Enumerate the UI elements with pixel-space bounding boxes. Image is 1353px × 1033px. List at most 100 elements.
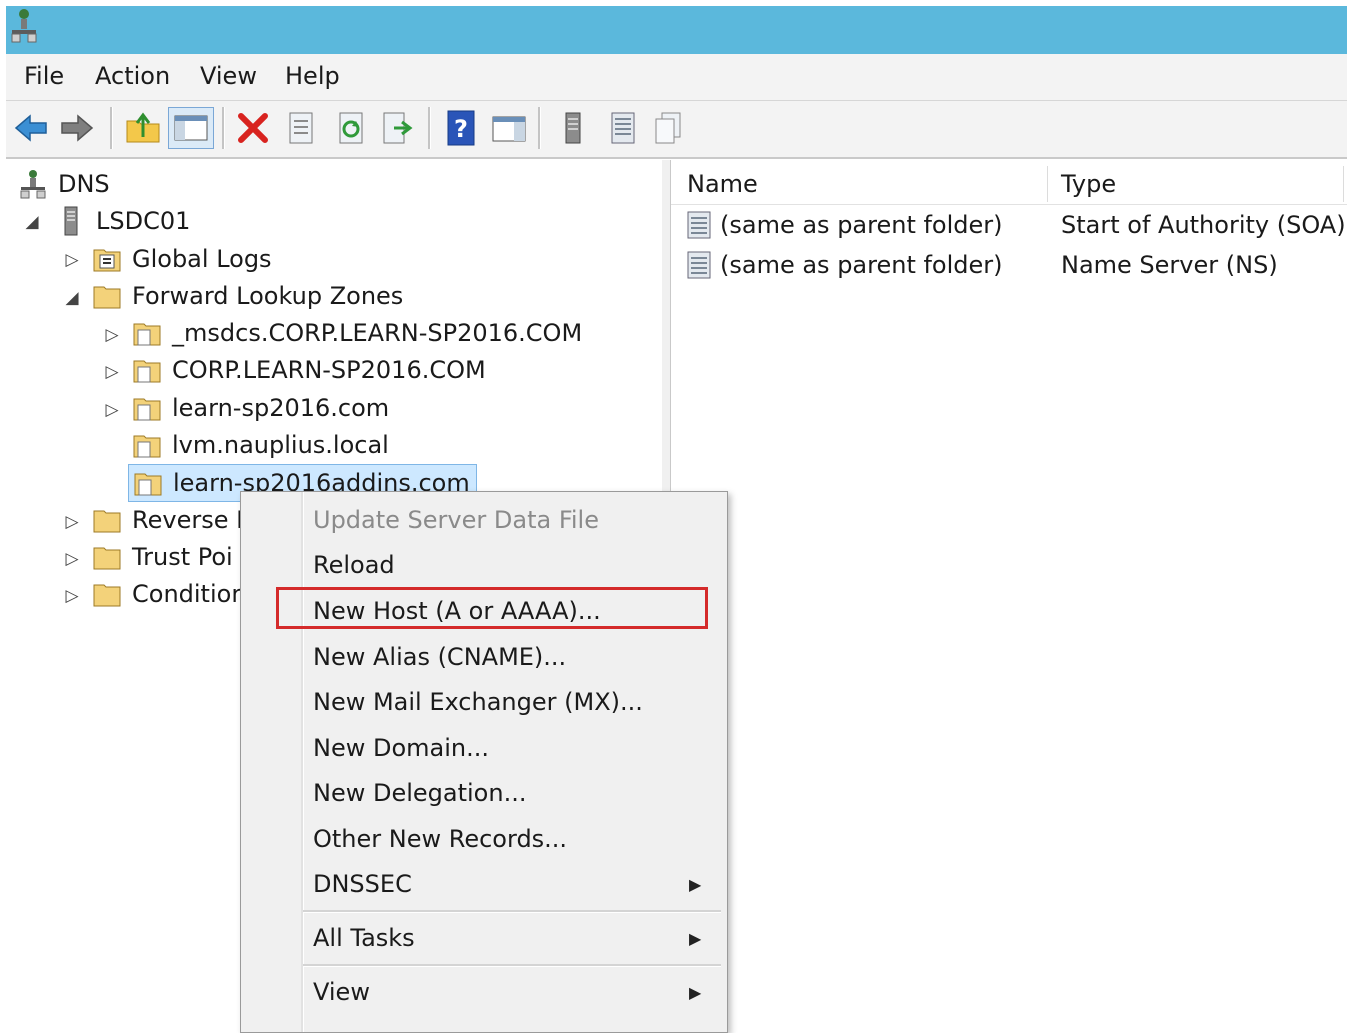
expand-arrow-icon[interactable]: ▷	[104, 400, 120, 420]
server-icon[interactable]	[554, 109, 592, 147]
expand-arrow-icon[interactable]: ▷	[64, 512, 80, 532]
menu-item-all-tasks[interactable]: All Tasks	[313, 919, 415, 957]
menu-action[interactable]: Action	[95, 62, 170, 90]
record-row[interactable]: (same as parent folder)	[684, 247, 1003, 283]
results-pane	[671, 160, 1347, 1016]
menu-item-new-delegation[interactable]: New Delegation...	[313, 774, 526, 812]
expand-arrow-icon[interactable]: ▷	[64, 549, 80, 569]
record-icon	[687, 251, 711, 279]
tree-label: Reverse L	[132, 506, 250, 534]
submenu-arrow-icon: ▶	[689, 875, 702, 894]
log-folder-icon	[93, 249, 121, 272]
folder-icon	[93, 547, 121, 570]
tree-item-zone[interactable]: _msdcs.CORP.LEARN-SP2016.COM	[132, 316, 582, 350]
tree-item-conditional-forwarders[interactable]: Conditior	[92, 577, 241, 611]
copy-icon[interactable]	[650, 109, 688, 147]
menu-item-new-alias[interactable]: New Alias (CNAME)...	[313, 638, 566, 676]
record-name: (same as parent folder)	[720, 211, 1003, 239]
toolbar-separator	[222, 107, 225, 149]
zone-icon	[133, 323, 161, 346]
toolbar: ?	[6, 101, 1347, 159]
record-type: Start of Authority (SOA)	[1061, 211, 1346, 239]
menu-file[interactable]: File	[24, 62, 64, 90]
menu-bar: File Action View Help	[6, 54, 1347, 101]
collapse-arrow-icon[interactable]: ◢	[64, 288, 80, 308]
delete-icon[interactable]	[234, 109, 272, 147]
folder-icon	[93, 286, 121, 309]
annotation-highlight-box	[276, 587, 708, 629]
show-hide-tree-icon[interactable]	[168, 107, 214, 149]
server-icon	[64, 206, 78, 236]
tree-label: _msdcs.CORP.LEARN-SP2016.COM	[172, 319, 583, 347]
properties-icon[interactable]	[282, 109, 320, 147]
column-divider[interactable]	[1047, 166, 1048, 202]
expand-arrow-icon[interactable]: ▷	[64, 586, 80, 606]
tree-item-zone[interactable]: lvm.nauplius.local	[132, 428, 389, 462]
tree-item-global-logs[interactable]: Global Logs	[92, 242, 272, 276]
zone-icon	[133, 435, 161, 458]
tree-item-server[interactable]: LSDC01	[56, 204, 190, 238]
tree-label: Trust Poi	[132, 543, 233, 571]
folder-icon	[93, 510, 121, 533]
back-arrow-icon[interactable]	[12, 109, 50, 147]
forward-arrow-icon[interactable]	[58, 109, 96, 147]
column-divider[interactable]	[1343, 166, 1344, 202]
menu-item-other-new-records[interactable]: Other New Records...	[313, 820, 567, 858]
up-folder-icon[interactable]	[124, 109, 162, 147]
tree-item-dns[interactable]: DNS	[18, 167, 110, 201]
record-row[interactable]: (same as parent folder)	[684, 207, 1003, 243]
toolbar-separator	[428, 107, 431, 149]
tree-label: Forward Lookup Zones	[132, 282, 404, 310]
tree-label: lvm.nauplius.local	[172, 431, 389, 459]
menu-item-dnssec[interactable]: DNSSEC	[313, 865, 412, 903]
tree-label: Conditior	[132, 580, 242, 608]
dns-icon	[20, 170, 46, 199]
expand-arrow-icon[interactable]: ▷	[104, 325, 120, 345]
expand-arrow-icon[interactable]: ▷	[64, 250, 80, 270]
show-hide-action-pane-icon[interactable]	[490, 109, 528, 147]
tree-item-reverse-lookup-zones[interactable]: Reverse L	[92, 503, 249, 537]
column-header: Name Type	[671, 164, 1347, 205]
submenu-arrow-icon: ▶	[689, 929, 702, 948]
column-name[interactable]: Name	[687, 164, 758, 204]
collapse-arrow-icon[interactable]: ◢	[24, 212, 40, 232]
list-icon[interactable]	[604, 109, 642, 147]
menu-item-view[interactable]: View	[313, 973, 370, 1011]
export-list-icon[interactable]	[378, 109, 416, 147]
tree-label: LSDC01	[96, 207, 191, 235]
record-type: Name Server (NS)	[1061, 251, 1278, 279]
zone-icon	[133, 398, 161, 421]
tree-label: learn-sp2016.com	[172, 394, 390, 422]
menu-separator	[303, 910, 721, 913]
toolbar-separator	[110, 107, 113, 149]
tree-item-zone[interactable]: learn-sp2016.com	[132, 391, 389, 425]
expand-arrow-icon[interactable]: ▷	[104, 362, 120, 382]
menu-view[interactable]: View	[200, 62, 257, 90]
tree-label: DNS	[58, 170, 110, 198]
context-menu: Update Server Data File Reload New Host …	[240, 491, 728, 1033]
tree-item-forward-lookup-zones[interactable]: Forward Lookup Zones	[92, 279, 403, 313]
menu-help[interactable]: Help	[285, 62, 340, 90]
submenu-arrow-icon: ▶	[689, 983, 702, 1002]
menu-item-new-domain[interactable]: New Domain...	[313, 729, 489, 767]
zone-icon	[133, 360, 161, 383]
context-menu-gutter	[301, 492, 304, 1032]
tree-item-trust-points[interactable]: Trust Poi	[92, 540, 233, 574]
toolbar-separator	[538, 107, 541, 149]
menu-item-update-server-data-file: Update Server Data File	[313, 506, 599, 534]
folder-icon	[93, 584, 121, 607]
menu-item-new-mail-exchanger[interactable]: New Mail Exchanger (MX)...	[313, 683, 643, 721]
tree-item-zone[interactable]: CORP.LEARN-SP2016.COM	[132, 353, 486, 387]
record-name: (same as parent folder)	[720, 251, 1003, 279]
svg-text:?: ?	[454, 115, 468, 143]
help-icon[interactable]: ?	[442, 109, 480, 147]
column-type[interactable]: Type	[1061, 164, 1116, 204]
menu-item-reload[interactable]: Reload	[313, 546, 395, 584]
tree-label: Global Logs	[132, 245, 272, 273]
refresh-icon[interactable]	[332, 109, 370, 147]
record-icon	[687, 211, 711, 239]
menu-separator	[303, 964, 721, 967]
title-bar	[6, 6, 1347, 54]
dns-app-icon[interactable]	[8, 8, 40, 44]
zone-icon	[134, 473, 162, 496]
